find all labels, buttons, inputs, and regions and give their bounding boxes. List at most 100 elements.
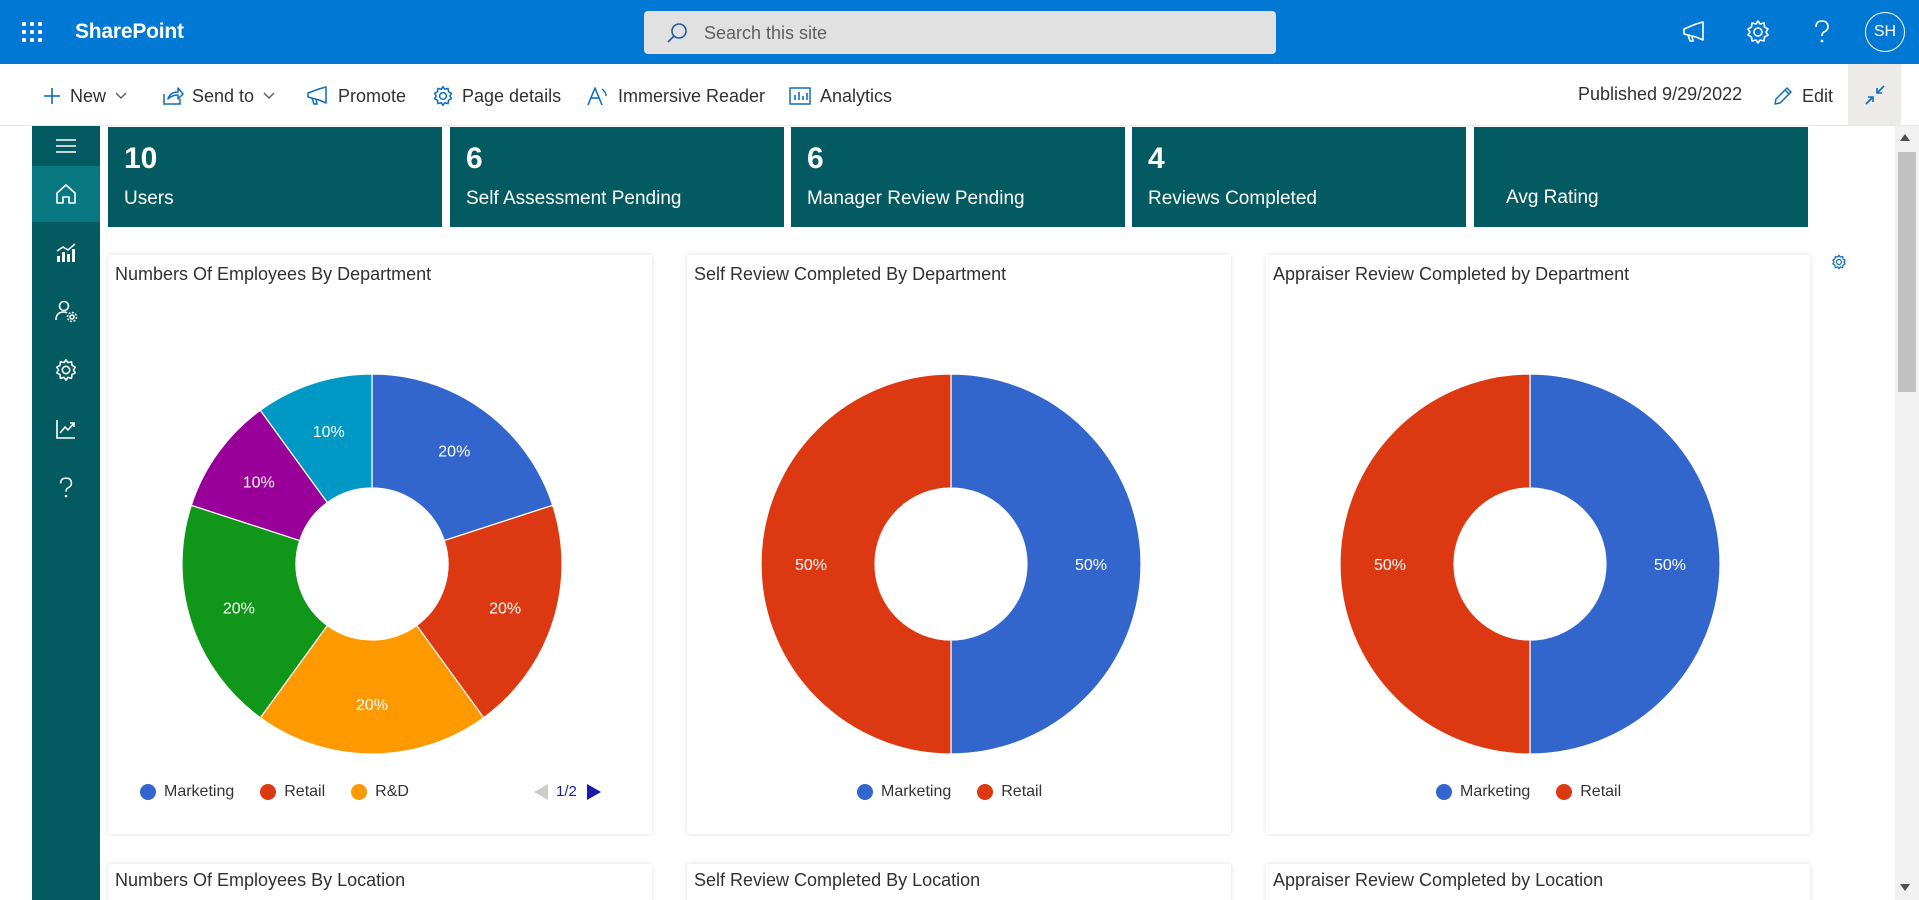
search-placeholder: Search this site (704, 23, 828, 43)
slice-data-label: 50% (1075, 557, 1107, 574)
legend-swatch (260, 784, 277, 800)
help-icon[interactable] (1804, 14, 1840, 50)
tile-self-assessment-pending[interactable]: 6 Self Assessment Pending (450, 127, 784, 227)
edit-label: Edit (1802, 85, 1834, 106)
chevron-down-icon (263, 92, 275, 99)
collapse-content-button[interactable] (1848, 64, 1901, 126)
legend-item[interactable]: Marketing (857, 783, 951, 801)
command-bar: New Send to Promote Page details Immersi… (0, 64, 1919, 126)
donut-chart: 50% 50% (1339, 373, 1721, 755)
trend-icon[interactable] (32, 401, 100, 457)
legend-page-number: 1/2 (556, 783, 577, 800)
tile-users[interactable]: 10 Users (108, 127, 442, 227)
legend-item[interactable]: Retail (1556, 783, 1621, 801)
page-details-label: Page details (462, 85, 562, 106)
tile-manager-review-pending[interactable]: 6 Manager Review Pending (791, 127, 1125, 227)
donut-slice[interactable] (950, 373, 1142, 755)
megaphone-icon[interactable] (1676, 14, 1712, 50)
legend-item[interactable]: Retail (260, 783, 325, 801)
waffle-icon[interactable] (20, 20, 44, 44)
chart-legend: Marketing Retail (1436, 783, 1647, 801)
chart-card-self-review-by-department: Self Review Completed By Department 50% 5… (687, 255, 1231, 834)
legend-swatch (351, 784, 368, 800)
new-button[interactable]: New (42, 82, 128, 110)
search-icon (667, 23, 687, 43)
scroll-up-arrow-icon[interactable] (1900, 134, 1910, 141)
menu-icon[interactable] (32, 128, 100, 164)
legend-item[interactable]: Marketing (140, 783, 234, 801)
chart-card-appraiser-review-by-department: Appraiser Review Completed by Department… (1266, 255, 1810, 834)
legend-label: Marketing (881, 783, 952, 800)
legend-item[interactable]: Marketing (1436, 783, 1530, 801)
megaphone-icon (307, 86, 327, 105)
previous-page-icon[interactable] (534, 783, 548, 800)
tile-value: 10 (124, 142, 158, 175)
chart-title: Appraiser Review Completed by Location (1273, 870, 1604, 890)
scroll-down-arrow-icon[interactable] (1900, 884, 1910, 891)
send-to-label: Send to (192, 85, 255, 106)
tile-label: Self Assessment Pending (466, 188, 682, 209)
page-details-button[interactable]: Page details (432, 82, 561, 110)
analytics-icon (789, 87, 811, 105)
legend-swatch (857, 784, 873, 800)
chart-legend: Marketing Retail R&D (140, 783, 435, 801)
chart-card-employees-by-department: Numbers Of Employees By Department 20% 20… (108, 255, 652, 834)
app-brand[interactable]: SharePoint (75, 20, 184, 44)
help-icon[interactable] (32, 460, 100, 516)
slice-data-label: 50% (1654, 557, 1686, 574)
slice-data-label: 20% (489, 600, 521, 617)
legend-swatch (1436, 784, 1452, 800)
donut-slice[interactable] (760, 373, 952, 755)
chart-legend: Marketing Retail (857, 783, 1068, 801)
legend-item[interactable]: Retail (977, 783, 1042, 801)
tile-avg-rating[interactable]: Avg Rating (1474, 127, 1808, 227)
legend-swatch (1556, 784, 1573, 800)
tile-reviews-completed[interactable]: 4 Reviews Completed (1132, 127, 1466, 227)
legend-swatch (140, 784, 156, 800)
promote-button[interactable]: Promote (306, 82, 406, 110)
legend-swatch (977, 784, 994, 800)
tile-value: 6 (466, 142, 483, 175)
slice-data-label: 20% (223, 600, 255, 617)
suite-bar: SharePoint Search this site SH (0, 0, 1919, 64)
next-page-icon[interactable] (586, 783, 601, 800)
analytics-button[interactable]: Analytics (788, 82, 892, 110)
plus-icon (44, 88, 60, 104)
donut-slice[interactable] (1529, 373, 1721, 755)
chart-title: Self Review Completed By Location (694, 870, 981, 890)
donut-slice[interactable] (1339, 373, 1531, 755)
slice-data-label: 50% (1374, 557, 1406, 574)
pencil-icon (1774, 87, 1792, 105)
sharepoint-page: SharePoint Search this site SH New Send … (0, 0, 1919, 900)
tile-value: 6 (807, 142, 824, 175)
webpart-settings-icon[interactable] (1831, 254, 1847, 275)
edit-button[interactable]: Edit (1772, 82, 1833, 110)
avatar[interactable]: SH (1865, 12, 1905, 52)
home-icon[interactable] (32, 166, 100, 222)
immersive-reader-icon (587, 87, 607, 106)
legend-label: R&D (375, 783, 409, 800)
legend-pager: 1/2 (534, 783, 601, 800)
dashboard-chart-icon[interactable] (32, 225, 100, 281)
collapse-icon (1864, 85, 1885, 105)
settings-icon[interactable] (32, 342, 100, 398)
legend-label: Marketing (164, 783, 235, 800)
chart-title: Numbers Of Employees By Location (115, 870, 406, 890)
tile-value: 4 (1148, 142, 1165, 175)
tile-label: Avg Rating (1506, 187, 1599, 208)
legend-item[interactable]: R&D (351, 783, 409, 801)
analytics-label: Analytics (820, 85, 893, 106)
share-icon (163, 87, 184, 105)
send-to-button[interactable]: Send to (162, 82, 276, 110)
chevron-down-icon (115, 92, 127, 99)
search-box[interactable]: Search this site (644, 11, 1276, 54)
immersive-reader-button[interactable]: Immersive Reader (586, 82, 765, 110)
scrollbar-thumb[interactable] (1898, 152, 1916, 392)
tile-label: Manager Review Pending (807, 188, 1025, 209)
gear-icon[interactable] (1740, 14, 1776, 50)
legend-label: Retail (284, 783, 326, 800)
slice-data-label: 20% (356, 697, 388, 714)
user-settings-icon[interactable] (32, 283, 100, 339)
immersive-reader-label: Immersive Reader (618, 85, 766, 106)
slice-data-label: 50% (795, 557, 827, 574)
